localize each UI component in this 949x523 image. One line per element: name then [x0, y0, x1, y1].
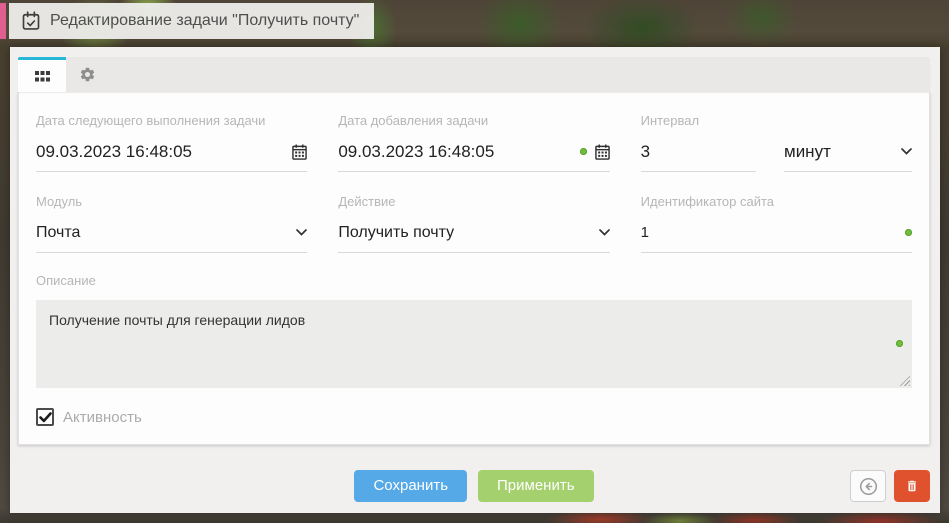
field-label: Описание — [36, 273, 96, 288]
title-body: Редактирование задачи "Получить почту" — [9, 3, 375, 39]
green-dot-icon — [579, 148, 587, 155]
field-label: Идентификатор сайта — [640, 194, 774, 209]
green-dot-icon — [905, 229, 912, 236]
interval-unit-select[interactable]: минут — [784, 141, 912, 172]
arrow-left-circle-icon — [859, 477, 878, 496]
title-accent-bar — [0, 3, 6, 39]
chevron-down-icon — [901, 148, 912, 155]
field-label: Действие — [338, 194, 396, 209]
created-date-input[interactable] — [338, 141, 572, 162]
task-form-card: Дата следующего выполнения задачи 09.03.… — [18, 92, 930, 445]
green-dot-icon — [896, 340, 903, 347]
calendar-icon[interactable] — [594, 144, 610, 160]
module-select[interactable]: Почта — [36, 222, 308, 253]
calendar-icon[interactable] — [292, 144, 308, 160]
field-action: Действие Получить почту — [338, 194, 610, 253]
site-id-input[interactable] — [640, 224, 897, 241]
utility-buttons — [850, 470, 930, 502]
chevron-down-icon — [598, 229, 610, 236]
gear-icon — [79, 66, 96, 83]
field-description: Описание Получение почты для генерации л… — [36, 273, 912, 388]
grid-icon — [34, 70, 50, 82]
tab-main[interactable] — [18, 57, 66, 92]
field-module: Модуль Почта — [36, 194, 308, 253]
field-label: Модуль — [36, 194, 83, 209]
window-title-bar: Редактирование задачи "Получить почту" — [0, 3, 375, 39]
next-run-date-input[interactable] — [36, 141, 285, 162]
action-value: Получить почту — [338, 223, 455, 241]
active-checkbox-label: Активность — [63, 408, 142, 426]
save-button[interactable]: Сохранить — [354, 470, 468, 502]
field-label: Дата следующего выполнения задачи — [36, 113, 266, 128]
field-label: Дата добавления задачи — [338, 113, 489, 128]
trash-icon — [905, 478, 919, 494]
module-value: Почта — [36, 223, 81, 241]
delete-button[interactable] — [894, 470, 930, 502]
interval-input[interactable] — [640, 141, 756, 162]
action-select[interactable]: Получить почту — [338, 222, 610, 253]
content-wrap: Дата следующего выполнения задачи 09.03.… — [18, 57, 930, 502]
interval-unit-value: минут — [784, 141, 831, 161]
page-title: Редактирование задачи "Получить почту" — [50, 12, 360, 29]
description-textarea[interactable]: Получение почты для генерации лидов — [36, 300, 912, 388]
form-actions: Сохранить Применить — [18, 470, 930, 502]
task-edit-window: Дата следующего выполнения задачи 09.03.… — [10, 47, 940, 513]
back-button[interactable] — [850, 470, 886, 502]
field-active: Активность — [36, 408, 912, 426]
field-site-id: Идентификатор сайта — [640, 194, 912, 253]
field-label: Интервал — [640, 113, 700, 128]
apply-button[interactable]: Применить — [478, 470, 594, 502]
active-checkbox[interactable] — [36, 408, 54, 426]
field-next-run-date: Дата следующего выполнения задачи — [36, 113, 308, 172]
field-interval: Интервал минут — [640, 113, 912, 172]
tab-settings[interactable] — [66, 57, 108, 92]
chevron-down-icon — [296, 229, 308, 236]
tab-bar — [18, 57, 930, 92]
calendar-check-icon — [21, 11, 41, 31]
field-created-date: Дата добавления задачи — [338, 113, 610, 172]
